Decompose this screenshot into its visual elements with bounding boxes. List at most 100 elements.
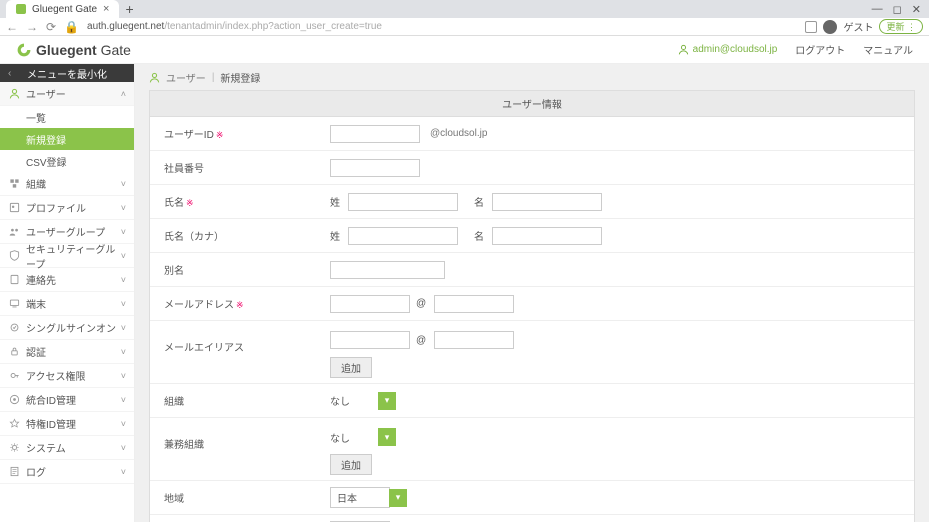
concurrent-org-add-button[interactable]: 追加 [330,454,372,475]
sidebar-item-user[interactable]: ユーザー˄ [0,82,134,106]
region-select[interactable]: 日本 ▾ [330,487,407,508]
chevron-down-icon: ˅ [121,179,126,189]
extensions-icon[interactable] [805,21,817,33]
label-alias: 別名 [164,266,184,277]
window-close-icon[interactable]: ✕ [912,3,921,16]
label-mei: 名 [474,194,484,209]
sidebar-item-access[interactable]: アクセス権限˅ [0,364,134,388]
nav-back-icon[interactable]: ← [6,20,18,34]
sidebar-item-label: 認証 [26,344,121,359]
new-tab-button[interactable]: + [125,2,133,16]
browser-tab[interactable]: Gluegent Gate × [6,0,119,18]
chevron-down-icon: ˅ [121,347,126,357]
label-org: 組織 [164,397,184,408]
sidebar-item-system[interactable]: システム˅ [0,436,134,460]
update-button[interactable]: 更新 ⋮ [879,19,923,34]
sidebar-item-label: プロファイル [26,200,121,215]
logo-mark-icon [16,42,32,58]
org-select[interactable]: なし ▾ [330,392,396,410]
mail-alias-domain-input[interactable] [434,331,514,349]
sidebar-item-terminal[interactable]: 端末˅ [0,292,134,316]
system-icon [8,442,20,453]
sidebar-collapse-button[interactable]: ‹ メニューを最小化 [0,64,134,82]
access-icon [8,370,20,381]
breadcrumb-section[interactable]: ユーザー [166,70,206,85]
app-header: Gluegent Gate admin@cloudsol.jp ログアウト マニ… [0,36,929,64]
name-kana-sei-input[interactable] [348,227,458,245]
sidebar-item-label: 統合ID管理 [26,392,121,407]
url-host: auth.gluegent.net [87,21,164,32]
panel-title: ユーザー情報 [150,91,914,117]
user-info-panel: ユーザー情報 ユーザーID※ @cloudsol.jp 社員番号 氏名※ [149,90,915,522]
nav-forward-icon[interactable]: → [26,20,38,34]
chevron-down-icon[interactable]: ▾ [389,489,407,507]
name-kana-mei-input[interactable] [492,227,602,245]
header-user-link[interactable]: admin@cloudsol.jp [678,44,778,55]
sidebar-item-secgroup[interactable]: セキュリティーグループ˅ [0,244,134,268]
chevron-down-icon: ˅ [121,299,126,309]
sidebar-item-label: ユーザー [26,86,121,101]
window-maximize-icon[interactable]: ◻ [893,3,902,16]
concurrent-org-select[interactable]: なし ▾ [330,428,396,446]
user-id-input[interactable] [330,125,420,143]
logout-link[interactable]: ログアウト [795,42,845,57]
sidebar-item-auth[interactable]: 認証˅ [0,340,134,364]
profile-avatar-icon[interactable] [823,20,837,34]
mail-alias-local-input[interactable] [330,331,410,349]
mail-alias-add-button[interactable]: 追加 [330,357,372,378]
alias-input[interactable] [330,261,445,279]
tab-close-icon[interactable]: × [103,3,109,15]
sidebar-subitem[interactable]: CSV登録 [0,150,134,172]
label-user-id: ユーザーID [164,130,214,141]
lock-icon: 🔒 [64,20,79,34]
window-minimize-icon[interactable]: — [872,3,883,16]
chevron-down-icon: ˅ [121,275,126,285]
sidebar-subitem[interactable]: 新規登録 [0,128,134,150]
label-mei-kana: 名 [474,228,484,243]
breadcrumb: ユーザー | 新規登録 [149,64,915,90]
required-mark: ※ [236,300,244,310]
name-mei-input[interactable] [492,193,602,211]
nav-reload-icon[interactable]: ⟳ [46,20,56,34]
window-controls: — ◻ ✕ [872,3,929,16]
user-id-domain-suffix: @cloudsol.jp [430,128,487,139]
sidebar-item-log[interactable]: ログ˅ [0,460,134,484]
user-icon [678,44,689,55]
sidebar-item-label: シングルサインオン [26,320,121,335]
chevron-down-icon[interactable]: ▾ [378,392,396,410]
chevron-down-icon: ˅ [121,395,126,405]
secgroup-icon [8,250,20,261]
required-mark: ※ [186,198,194,208]
sidebar-subitem[interactable]: 一覧 [0,106,134,128]
sidebar-collapse-label: メニューを最小化 [27,66,107,81]
label-email: メールアドレス [164,300,234,311]
sidebar-item-profile[interactable]: プロファイル˅ [0,196,134,220]
user-icon [8,88,20,99]
sidebar-item-privid[interactable]: 特権ID管理˅ [0,412,134,436]
email-domain-input[interactable] [434,295,514,313]
sidebar-item-idmgmt[interactable]: 統合ID管理˅ [0,388,134,412]
brand-text-b: Gate [101,42,131,58]
chevron-down-icon: ˅ [121,203,126,213]
chevron-down-icon[interactable]: ▾ [378,428,396,446]
emp-no-input[interactable] [330,159,420,177]
name-sei-input[interactable] [348,193,458,211]
sidebar-item-sso[interactable]: シングルサインオン˅ [0,316,134,340]
sidebar-item-label: アクセス権限 [26,368,121,383]
browser-tab-bar: Gluegent Gate × + — ◻ ✕ [0,0,929,18]
manual-link[interactable]: マニュアル [863,42,913,57]
sidebar-item-contact[interactable]: 連絡先˅ [0,268,134,292]
log-icon [8,466,20,477]
label-emp-no: 社員番号 [164,164,204,175]
email-local-input[interactable] [330,295,410,313]
concurrent-org-select-value: なし [330,430,372,445]
sidebar-item-label: 連絡先 [26,272,121,287]
brand-logo[interactable]: Gluegent Gate [16,42,131,58]
profile-icon [8,202,20,213]
contact-icon [8,274,20,285]
url-field[interactable]: auth.gluegent.net/tenantadmin/index.php?… [87,21,797,32]
sidebar: ‹ メニューを最小化 ユーザー˄一覧新規登録CSV登録組織˅プロファイル˅ユーザ… [0,64,135,522]
label-region: 地域 [164,494,184,505]
sidebar-item-org[interactable]: 組織˅ [0,172,134,196]
org-icon [8,178,20,189]
